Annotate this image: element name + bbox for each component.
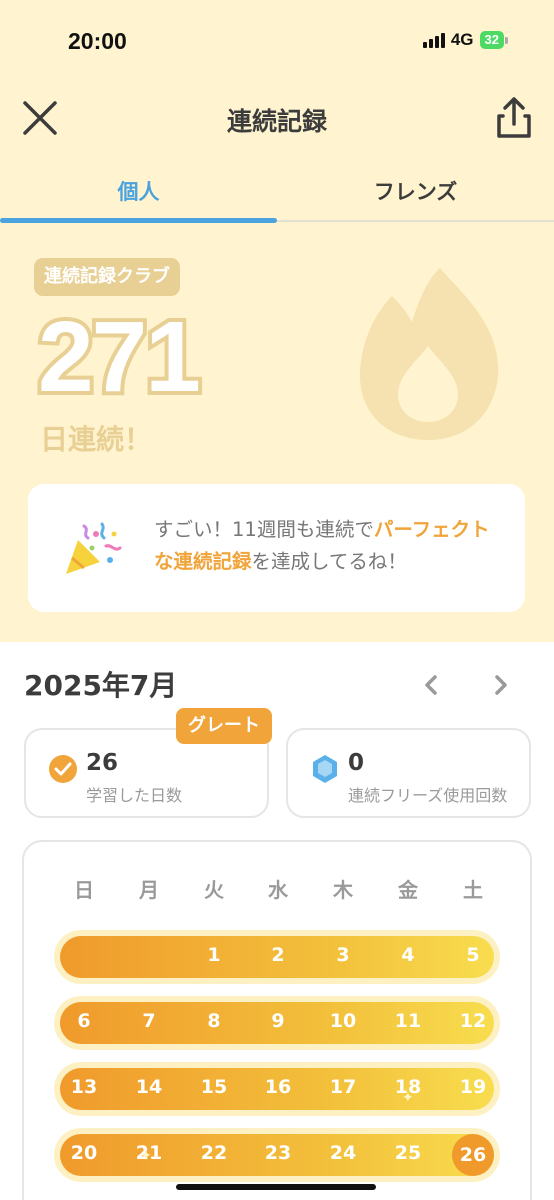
check-circle-icon bbox=[49, 755, 77, 783]
sparkle-icon: ✦ bbox=[402, 1090, 414, 1106]
calendar-day[interactable]: 24 bbox=[321, 1142, 365, 1164]
network-type: 4G bbox=[450, 30, 474, 49]
streak-freeze-card: 0 連続フリーズ使用回数 bbox=[286, 728, 531, 818]
weekday-label: 火 bbox=[204, 878, 224, 902]
calendar-week-row: 13 14 15 16 17 18 19 ✦ bbox=[54, 1062, 500, 1116]
tab-active-indicator bbox=[0, 218, 277, 223]
month-title: 2025年7月 bbox=[24, 669, 178, 702]
calendar-week-row: 20 21 22 23 24 25 26 ✦ bbox=[54, 1128, 500, 1182]
page-title: 連続記録 bbox=[226, 107, 327, 136]
achievement-message: すごい！11週間も連続でパーフェクトな連続記録を達成してるね！ bbox=[154, 514, 504, 578]
calendar-day[interactable]: 20 bbox=[62, 1142, 106, 1164]
streak-count: 271 bbox=[34, 298, 205, 416]
next-month-button[interactable] bbox=[488, 670, 514, 700]
calendar-day[interactable]: 14 bbox=[127, 1076, 171, 1098]
streak-unit-label: 日連続！ bbox=[40, 423, 153, 456]
calendar-card: 日月火水木金土 1 2 3 4 5 6 7 8 9 10 11 12 13 14 15 16 17 18 19 ✦ 20… bbox=[22, 840, 532, 1200]
calendar-day[interactable]: 10 bbox=[321, 1010, 365, 1032]
achievement-text-1: すごい！11週間も連続で bbox=[154, 518, 374, 541]
weekday-label: 金 bbox=[398, 878, 418, 902]
great-badge: グレート bbox=[176, 708, 272, 744]
streak-club-badge: 連続記録クラブ bbox=[34, 258, 180, 296]
calendar-day[interactable]: 2 bbox=[256, 944, 300, 966]
home-indicator bbox=[176, 1184, 376, 1190]
achievement-text-2: を達成してるね！ bbox=[251, 550, 407, 573]
weekday-label: 日 bbox=[74, 878, 94, 902]
tab-personal[interactable]: 個人 bbox=[0, 176, 277, 206]
calendar-day[interactable]: 22 bbox=[192, 1142, 236, 1164]
calendar-day[interactable]: 13 bbox=[62, 1076, 106, 1098]
calendar-day[interactable]: 17 bbox=[321, 1076, 365, 1098]
calendar-day[interactable]: 12 bbox=[451, 1010, 495, 1032]
party-popper-icon bbox=[66, 522, 122, 574]
signal-icon bbox=[422, 32, 445, 48]
freeze-uses-label: 連続フリーズ使用回数 bbox=[348, 786, 508, 805]
calendar-day[interactable]: 9 bbox=[256, 1010, 300, 1032]
calendar-day[interactable]: 23 bbox=[256, 1142, 300, 1164]
sparkle-icon: ✦ bbox=[140, 1148, 152, 1164]
weekday-label: 土 bbox=[463, 878, 483, 902]
calendar-day[interactable]: 25 bbox=[386, 1142, 430, 1164]
calendar-week-row: 12345 bbox=[54, 930, 500, 984]
chevron-left-icon bbox=[425, 675, 437, 695]
achievement-card: すごい！11週間も連続でパーフェクトな連続記録を達成してるね！ bbox=[28, 484, 525, 612]
calendar-day[interactable]: 19 bbox=[451, 1076, 495, 1098]
share-icon bbox=[497, 97, 531, 138]
calendar-day[interactable]: 8 bbox=[192, 1010, 236, 1032]
share-button[interactable] bbox=[494, 96, 534, 140]
chevron-right-icon bbox=[495, 675, 507, 695]
calendar-day[interactable]: 1 bbox=[192, 944, 236, 966]
calendar-day[interactable]: 16 bbox=[256, 1076, 300, 1098]
battery-tip bbox=[505, 36, 508, 44]
flame-icon bbox=[360, 268, 499, 440]
tab-friends[interactable]: フレンズ bbox=[277, 176, 554, 206]
calendar-day[interactable]: 11 bbox=[386, 1010, 430, 1032]
calendar-week-row: 6 7 8 9 10 11 12 bbox=[54, 996, 500, 1050]
calendar-day[interactable]: 5 bbox=[451, 944, 495, 966]
freeze-icon bbox=[313, 755, 337, 783]
status-indicators: 4G 32 bbox=[422, 30, 508, 50]
study-days-value: 26 bbox=[86, 750, 119, 776]
freeze-uses-value: 0 bbox=[348, 750, 365, 776]
calendar-day[interactable]: 3 bbox=[321, 944, 365, 966]
calendar-day[interactable]: 4 bbox=[386, 944, 430, 966]
prev-month-button[interactable] bbox=[418, 670, 444, 700]
weekday-label: 水 bbox=[268, 878, 288, 902]
battery-icon: 32 bbox=[479, 31, 504, 49]
weekday-label: 月 bbox=[139, 878, 159, 902]
calendar-day[interactable]: 15 bbox=[192, 1076, 236, 1098]
calendar-day[interactable]: 7 bbox=[127, 1010, 171, 1032]
calendar-day-today[interactable]: 26 bbox=[452, 1134, 494, 1176]
weekday-label: 木 bbox=[333, 878, 353, 902]
study-days-label: 学習した日数 bbox=[86, 786, 183, 805]
status-time: 20:00 bbox=[68, 28, 127, 54]
calendar-day[interactable]: 6 bbox=[62, 1010, 106, 1032]
